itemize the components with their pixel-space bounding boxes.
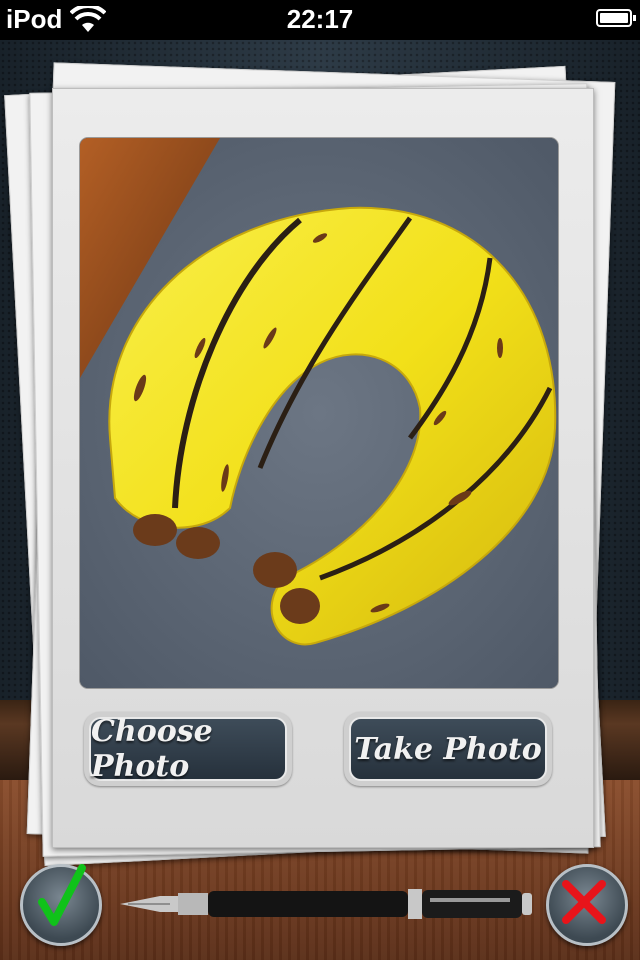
take-photo-button[interactable]: Take Photo <box>344 712 552 786</box>
choose-photo-label: Choose Photo <box>89 714 287 784</box>
close-icon <box>562 880 606 924</box>
status-bar: iPod 22:17 <box>0 0 640 40</box>
take-photo-label: Take Photo <box>349 717 547 781</box>
choose-photo-button[interactable]: Choose Photo <box>84 712 292 786</box>
checkmark-icon <box>38 864 86 926</box>
battery-icon <box>596 9 636 27</box>
cancel-button[interactable] <box>546 864 628 946</box>
fountain-pen-icon <box>120 884 540 924</box>
status-time: 22:17 <box>286 4 354 34</box>
photo-preview[interactable] <box>80 138 558 688</box>
confirm-button[interactable] <box>20 864 102 946</box>
